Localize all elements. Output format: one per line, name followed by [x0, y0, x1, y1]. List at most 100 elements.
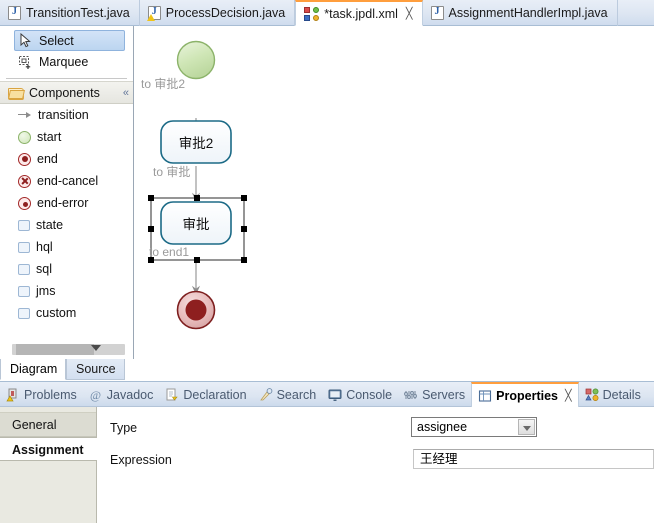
end-error-node-icon	[18, 196, 31, 210]
expression-input-value: 王经理	[420, 452, 458, 466]
view-tab-label: Details	[602, 387, 641, 402]
palette: Select Marquee Components « transition s…	[0, 26, 134, 359]
palette-drawer-label: Components	[29, 85, 100, 100]
java-file-warning-icon	[146, 6, 161, 21]
view-tab-label: Search	[276, 387, 317, 402]
close-icon[interactable]: ╳	[406, 7, 413, 20]
palette-tool-label: Select	[39, 33, 74, 48]
tab-diagram[interactable]: Diagram	[0, 359, 66, 380]
editor-tab-transitiontest[interactable]: TransitionTest.java	[0, 0, 140, 26]
field-row-type: Type assignee	[98, 417, 654, 443]
node-start	[176, 40, 216, 80]
palette-item-hql[interactable]: hql	[0, 236, 133, 258]
java-file-icon	[8, 6, 21, 20]
close-icon[interactable]: ╳	[565, 389, 572, 402]
palette-tool-label: Marquee	[39, 55, 89, 69]
palette-items: transition start end end-cancel end-erro…	[0, 104, 133, 324]
palette-tools: Select Marquee	[0, 26, 133, 75]
tab-label: Source	[76, 362, 116, 376]
palette-item-label: transition	[38, 108, 89, 122]
diagram-canvas[interactable]: to 审批2 审批2 to 审批 审批 to end1	[135, 26, 654, 359]
palette-item-end-cancel[interactable]: end-cancel	[0, 170, 133, 192]
view-tab-label: Properties	[496, 388, 558, 403]
editor-tab-assignmenthandlerimpl[interactable]: AssignmentHandlerImpl.java	[423, 0, 618, 26]
tab-label: Diagram	[10, 362, 58, 376]
view-tab-label: Servers	[422, 387, 466, 402]
collapse-chevron-icon[interactable]: «	[123, 87, 129, 99]
tab-source[interactable]: Source	[66, 359, 125, 380]
palette-item-label: end-error	[37, 196, 89, 210]
palette-scrollbar-thumb[interactable]	[16, 344, 94, 355]
palette-item-state[interactable]: state	[0, 214, 133, 236]
view-tab-properties[interactable]: Properties ╳	[471, 382, 579, 407]
palette-item-start[interactable]: start	[0, 126, 133, 148]
node-label: 审批2	[179, 136, 214, 151]
custom-node-icon	[18, 308, 30, 319]
palette-item-label: start	[37, 130, 62, 144]
type-combobox[interactable]: assignee	[411, 417, 537, 437]
type-combobox-value: assignee	[417, 420, 468, 434]
node-end-core	[185, 299, 207, 321]
palette-item-label: end-cancel	[37, 174, 99, 188]
properties-tab-assignment[interactable]: Assignment	[0, 437, 97, 461]
palette-item-label: end	[37, 152, 58, 166]
view-tab-details[interactable]: Details	[579, 382, 647, 407]
properties-tab-general[interactable]: General	[0, 413, 96, 437]
palette-item-custom[interactable]: custom	[0, 302, 133, 324]
properties-tab-column: General Assignment	[0, 407, 97, 523]
java-file-icon	[430, 6, 444, 20]
palette-item-jms[interactable]: jms	[0, 280, 133, 302]
view-tab-bar: Problems @ Javadoc Declaration Search Co…	[0, 382, 654, 407]
editor-tab-label: *task.jpdl.xml	[324, 6, 398, 21]
palette-tool-marquee[interactable]: Marquee	[0, 51, 133, 73]
view-tab-label: Problems	[24, 387, 77, 402]
editor-tab-bar: TransitionTest.java ProcessDecision.java…	[0, 0, 654, 26]
palette-drawer-components[interactable]: Components «	[0, 81, 133, 104]
transition-arrow-icon	[18, 108, 32, 122]
editor-tab-task-jpdl-xml[interactable]: *task.jpdl.xml ╳	[295, 0, 423, 26]
view-tab-servers[interactable]: Servers	[398, 382, 471, 407]
search-icon	[259, 387, 273, 402]
hql-node-icon	[18, 242, 30, 253]
editor-tab-label: AssignmentHandlerImpl.java	[448, 6, 608, 20]
field-row-expression: Expression 王经理	[98, 449, 654, 475]
field-label-expression: Expression	[110, 453, 172, 467]
view-tab-label: Declaration	[183, 387, 247, 402]
bottom-view-stack: Problems @ Javadoc Declaration Search Co…	[0, 381, 654, 523]
palette-divider	[6, 78, 127, 79]
view-tab-console[interactable]: Console	[322, 382, 398, 407]
folder-open-icon	[8, 87, 24, 100]
state-node-icon	[18, 220, 30, 231]
editor-body: Select Marquee Components « transition s…	[0, 26, 654, 359]
chevron-down-icon[interactable]	[518, 419, 535, 435]
transition-label: to 审批	[153, 164, 190, 179]
view-tab-problems[interactable]: Problems	[0, 382, 83, 407]
end-node-icon	[18, 152, 31, 166]
palette-item-sql[interactable]: sql	[0, 258, 133, 280]
palette-item-end[interactable]: end	[0, 148, 133, 170]
chevron-down-icon[interactable]	[91, 345, 101, 351]
transition-label: to end1	[149, 245, 189, 259]
jms-node-icon	[18, 286, 30, 297]
details-icon	[585, 388, 599, 402]
properties-view: General Assignment Type assignee Express…	[0, 407, 654, 523]
palette-scrollbar[interactable]	[12, 344, 125, 355]
properties-tab-label: General	[12, 418, 57, 432]
svg-text:@: @	[90, 388, 101, 402]
editor-page-tabs: Diagram Source	[0, 359, 654, 381]
cursor-arrow-icon	[19, 32, 33, 48]
view-tab-javadoc[interactable]: @ Javadoc	[83, 382, 160, 407]
editor-tab-processdecision[interactable]: ProcessDecision.java	[140, 0, 296, 26]
view-tab-search[interactable]: Search	[253, 382, 323, 407]
problems-icon	[6, 388, 20, 402]
end-cancel-node-icon	[18, 174, 31, 188]
view-tab-declaration[interactable]: Declaration	[159, 382, 252, 407]
eclipse-window: TransitionTest.java ProcessDecision.java…	[0, 0, 654, 523]
expression-input[interactable]: 王经理	[413, 449, 654, 469]
servers-icon	[404, 388, 418, 402]
view-tab-label: Console	[346, 387, 393, 402]
palette-item-end-error[interactable]: end-error	[0, 192, 133, 214]
palette-item-label: jms	[36, 284, 56, 298]
palette-tool-select[interactable]: Select	[14, 30, 125, 51]
palette-item-transition[interactable]: transition	[0, 104, 133, 126]
